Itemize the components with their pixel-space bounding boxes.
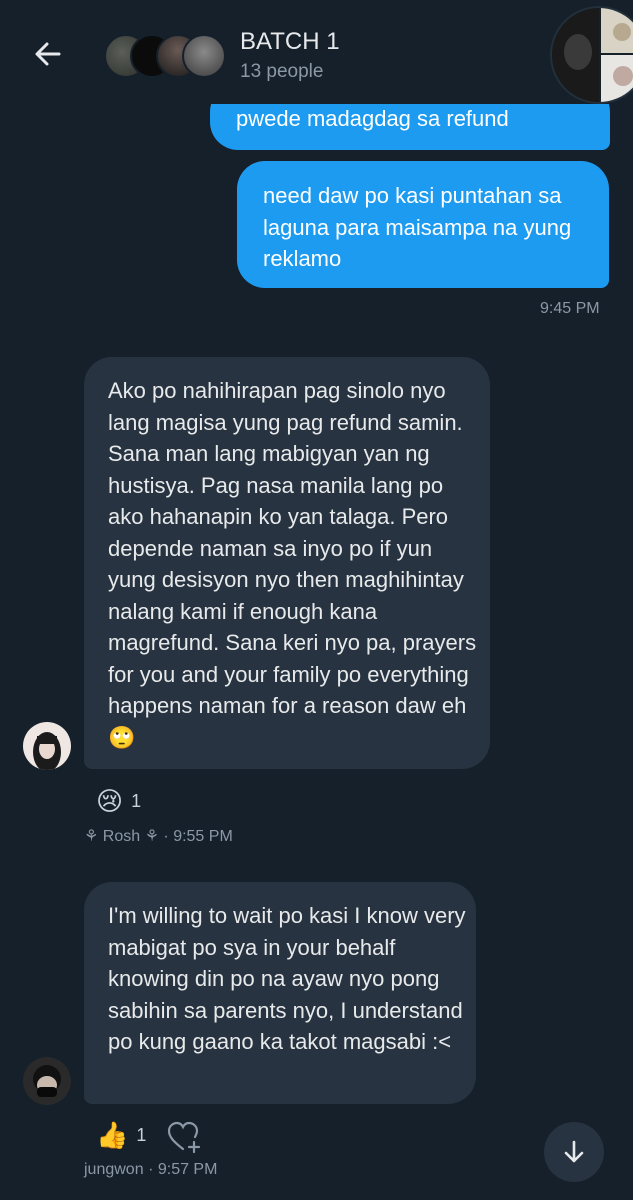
avatar-image <box>23 1057 71 1105</box>
message-text: I'm willing to wait po kasi I know very … <box>108 903 466 1054</box>
sender-avatar-jungwon[interactable] <box>23 1057 71 1105</box>
sender-name[interactable]: jungwon <box>84 1161 144 1178</box>
incoming-message[interactable]: Ako po nahihirapan pag sinolo nyo lang m… <box>84 357 490 769</box>
conversation-header: BATCH 1 13 people <box>0 0 633 104</box>
sender-name[interactable]: Rosh <box>103 828 140 845</box>
message-timestamp: 9:55 PM <box>173 828 233 845</box>
crying-emoji: 😢 <box>96 786 124 816</box>
profile-avatar[interactable] <box>550 6 633 104</box>
reaction-badge[interactable]: 👍 1 <box>96 1120 146 1151</box>
message-text: pwede madagdag sa refund <box>236 105 509 131</box>
sender-avatar-rosh[interactable] <box>23 722 71 770</box>
arrow-down-icon <box>564 1140 584 1163</box>
back-arrow-icon <box>35 42 61 66</box>
scroll-to-bottom-button[interactable] <box>544 1122 604 1182</box>
incoming-message[interactable]: I'm willing to wait po kasi I know very … <box>84 882 476 1104</box>
message-timestamp: 9:57 PM <box>157 1161 218 1178</box>
heart-plus-icon <box>167 1121 201 1154</box>
message-body: Ako po nahihirapan pag sinolo nyo lang m… <box>108 375 478 753</box>
avatar-collage <box>552 8 633 102</box>
flower-icon: ⚘ <box>144 828 159 845</box>
thumbs-up-emoji: 👍 <box>96 1120 129 1150</box>
reaction-count: 1 <box>131 791 142 811</box>
message-timestamp: 9:45 PM <box>540 300 600 317</box>
message-meta: ⚘ Rosh ⚘ · 9:55 PM <box>84 826 233 846</box>
message-meta: jungwon · 9:57 PM <box>84 1161 217 1179</box>
group-avatars[interactable] <box>104 34 226 78</box>
reaction-badge[interactable]: 😢 1 <box>96 786 141 817</box>
meta-separator: · <box>148 1161 154 1178</box>
reaction-count: 1 <box>136 1125 147 1145</box>
conversation-title[interactable]: BATCH 1 <box>240 28 340 56</box>
eye-roll-emoji: 🙄 <box>108 724 136 750</box>
message-text: Ako po nahihirapan pag sinolo nyo lang m… <box>108 378 477 718</box>
member-avatar <box>182 34 226 78</box>
avatar-image <box>23 722 71 770</box>
add-reaction-button[interactable] <box>166 1120 204 1159</box>
meta-separator: · <box>163 828 169 845</box>
back-button[interactable] <box>30 36 66 72</box>
outgoing-message[interactable]: need daw po kasi puntahan sa laguna para… <box>237 161 609 288</box>
participant-count[interactable]: 13 people <box>240 61 323 83</box>
message-text: need daw po kasi puntahan sa laguna para… <box>263 183 572 271</box>
flower-icon: ⚘ <box>84 828 99 845</box>
